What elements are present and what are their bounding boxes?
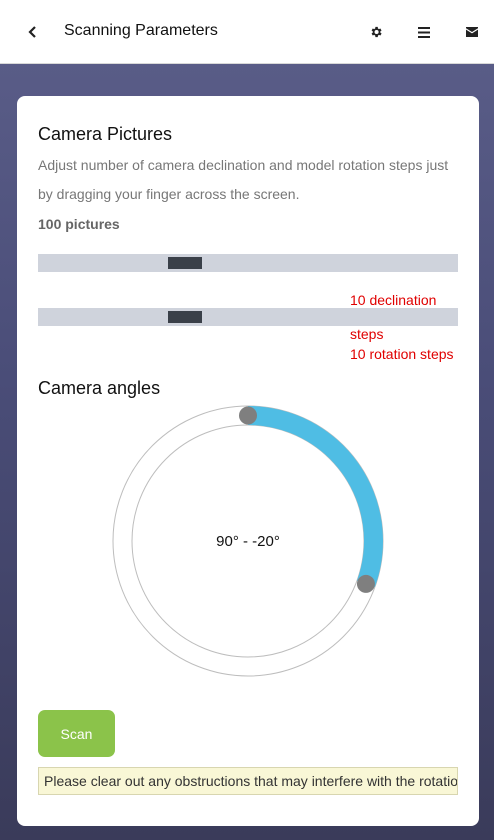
scan-button[interactable]: Scan xyxy=(38,710,115,757)
rotation-steps-label: 10 rotation steps xyxy=(350,346,454,362)
picture-count: 100 pictures xyxy=(38,216,120,232)
envelope-icon xyxy=(466,27,478,37)
back-button[interactable] xyxy=(22,20,44,44)
end-angle-handle[interactable] xyxy=(356,574,375,593)
mail-button[interactable] xyxy=(460,20,484,44)
rotation-slider-thumb[interactable] xyxy=(168,311,202,323)
app-header: Scanning Parameters xyxy=(0,0,494,64)
angle-range-label: 90° - -20° xyxy=(216,533,280,550)
declination-steps-label: 10 declination xyxy=(350,292,437,308)
declination-slider-thumb[interactable] xyxy=(168,257,202,269)
page-title: Scanning Parameters xyxy=(64,22,218,39)
camera-pictures-heading: Camera Pictures xyxy=(38,124,173,144)
obstruction-notice: Please clear out any obstructions that m… xyxy=(38,767,458,795)
settings-button[interactable] xyxy=(364,20,388,44)
menu-icon xyxy=(418,26,430,38)
menu-button[interactable] xyxy=(412,20,436,44)
camera-angles-heading: Camera angles xyxy=(38,378,161,398)
gear-icon xyxy=(371,26,382,38)
rotation-slider[interactable] xyxy=(38,308,458,326)
scan-settings-card: Camera Pictures Adjust number of camera … xyxy=(17,96,479,826)
pictures-description: Adjust number of camera declination and … xyxy=(38,157,449,202)
angle-range-arc xyxy=(248,406,383,588)
declination-steps-label-continued: steps xyxy=(350,326,384,342)
start-angle-handle[interactable] xyxy=(239,406,257,425)
chevron-left-icon xyxy=(28,26,36,38)
declination-slider[interactable] xyxy=(38,254,458,272)
